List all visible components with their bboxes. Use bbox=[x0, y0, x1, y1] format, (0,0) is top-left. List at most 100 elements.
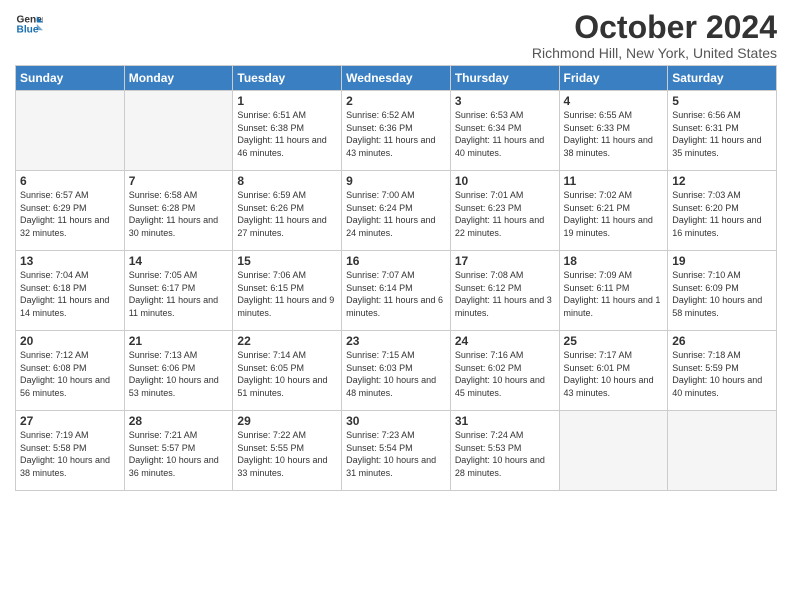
weekday-header-tuesday: Tuesday bbox=[233, 66, 342, 91]
logo: General Blue bbox=[15, 10, 43, 38]
day-number: 11 bbox=[564, 174, 664, 188]
calendar-cell: 10Sunrise: 7:01 AMSunset: 6:23 PMDayligh… bbox=[450, 171, 559, 251]
day-number: 23 bbox=[346, 334, 446, 348]
day-info: Sunrise: 7:00 AMSunset: 6:24 PMDaylight:… bbox=[346, 189, 446, 239]
day-number: 14 bbox=[129, 254, 229, 268]
day-number: 5 bbox=[672, 94, 772, 108]
calendar-cell: 15Sunrise: 7:06 AMSunset: 6:15 PMDayligh… bbox=[233, 251, 342, 331]
day-info: Sunrise: 7:22 AMSunset: 5:55 PMDaylight:… bbox=[237, 429, 337, 479]
calendar-cell: 29Sunrise: 7:22 AMSunset: 5:55 PMDayligh… bbox=[233, 411, 342, 491]
day-info: Sunrise: 7:04 AMSunset: 6:18 PMDaylight:… bbox=[20, 269, 120, 319]
weekday-header-monday: Monday bbox=[124, 66, 233, 91]
day-info: Sunrise: 6:58 AMSunset: 6:28 PMDaylight:… bbox=[129, 189, 229, 239]
weekday-header-friday: Friday bbox=[559, 66, 668, 91]
page: General Blue October 2024 Richmond Hill,… bbox=[0, 0, 792, 501]
calendar-cell: 8Sunrise: 6:59 AMSunset: 6:26 PMDaylight… bbox=[233, 171, 342, 251]
day-number: 22 bbox=[237, 334, 337, 348]
month-title: October 2024 bbox=[532, 10, 777, 45]
calendar-cell: 13Sunrise: 7:04 AMSunset: 6:18 PMDayligh… bbox=[16, 251, 125, 331]
day-number: 8 bbox=[237, 174, 337, 188]
day-info: Sunrise: 6:59 AMSunset: 6:26 PMDaylight:… bbox=[237, 189, 337, 239]
calendar-cell: 21Sunrise: 7:13 AMSunset: 6:06 PMDayligh… bbox=[124, 331, 233, 411]
calendar-cell: 14Sunrise: 7:05 AMSunset: 6:17 PMDayligh… bbox=[124, 251, 233, 331]
day-number: 15 bbox=[237, 254, 337, 268]
calendar-cell: 1Sunrise: 6:51 AMSunset: 6:38 PMDaylight… bbox=[233, 91, 342, 171]
weekday-header-saturday: Saturday bbox=[668, 66, 777, 91]
calendar-cell: 3Sunrise: 6:53 AMSunset: 6:34 PMDaylight… bbox=[450, 91, 559, 171]
calendar-cell: 4Sunrise: 6:55 AMSunset: 6:33 PMDaylight… bbox=[559, 91, 668, 171]
day-number: 6 bbox=[20, 174, 120, 188]
week-row-4: 27Sunrise: 7:19 AMSunset: 5:58 PMDayligh… bbox=[16, 411, 777, 491]
day-info: Sunrise: 7:14 AMSunset: 6:05 PMDaylight:… bbox=[237, 349, 337, 399]
day-info: Sunrise: 6:51 AMSunset: 6:38 PMDaylight:… bbox=[237, 109, 337, 159]
day-info: Sunrise: 6:52 AMSunset: 6:36 PMDaylight:… bbox=[346, 109, 446, 159]
day-number: 24 bbox=[455, 334, 555, 348]
day-number: 4 bbox=[564, 94, 664, 108]
day-number: 12 bbox=[672, 174, 772, 188]
day-number: 30 bbox=[346, 414, 446, 428]
day-number: 10 bbox=[455, 174, 555, 188]
week-row-1: 6Sunrise: 6:57 AMSunset: 6:29 PMDaylight… bbox=[16, 171, 777, 251]
day-number: 9 bbox=[346, 174, 446, 188]
day-info: Sunrise: 7:16 AMSunset: 6:02 PMDaylight:… bbox=[455, 349, 555, 399]
day-number: 25 bbox=[564, 334, 664, 348]
calendar-cell: 25Sunrise: 7:17 AMSunset: 6:01 PMDayligh… bbox=[559, 331, 668, 411]
day-number: 13 bbox=[20, 254, 120, 268]
location-title: Richmond Hill, New York, United States bbox=[532, 45, 777, 61]
calendar-cell: 11Sunrise: 7:02 AMSunset: 6:21 PMDayligh… bbox=[559, 171, 668, 251]
calendar-cell: 28Sunrise: 7:21 AMSunset: 5:57 PMDayligh… bbox=[124, 411, 233, 491]
day-number: 18 bbox=[564, 254, 664, 268]
day-info: Sunrise: 7:02 AMSunset: 6:21 PMDaylight:… bbox=[564, 189, 664, 239]
weekday-header-row: SundayMondayTuesdayWednesdayThursdayFrid… bbox=[16, 66, 777, 91]
calendar-cell: 6Sunrise: 6:57 AMSunset: 6:29 PMDaylight… bbox=[16, 171, 125, 251]
calendar-cell: 17Sunrise: 7:08 AMSunset: 6:12 PMDayligh… bbox=[450, 251, 559, 331]
day-info: Sunrise: 7:12 AMSunset: 6:08 PMDaylight:… bbox=[20, 349, 120, 399]
day-info: Sunrise: 6:53 AMSunset: 6:34 PMDaylight:… bbox=[455, 109, 555, 159]
calendar-cell: 22Sunrise: 7:14 AMSunset: 6:05 PMDayligh… bbox=[233, 331, 342, 411]
day-number: 16 bbox=[346, 254, 446, 268]
day-info: Sunrise: 6:55 AMSunset: 6:33 PMDaylight:… bbox=[564, 109, 664, 159]
weekday-header-thursday: Thursday bbox=[450, 66, 559, 91]
calendar-cell: 19Sunrise: 7:10 AMSunset: 6:09 PMDayligh… bbox=[668, 251, 777, 331]
week-row-0: 1Sunrise: 6:51 AMSunset: 6:38 PMDaylight… bbox=[16, 91, 777, 171]
day-info: Sunrise: 7:21 AMSunset: 5:57 PMDaylight:… bbox=[129, 429, 229, 479]
day-info: Sunrise: 7:01 AMSunset: 6:23 PMDaylight:… bbox=[455, 189, 555, 239]
day-number: 20 bbox=[20, 334, 120, 348]
calendar-cell: 18Sunrise: 7:09 AMSunset: 6:11 PMDayligh… bbox=[559, 251, 668, 331]
day-number: 1 bbox=[237, 94, 337, 108]
calendar-table: SundayMondayTuesdayWednesdayThursdayFrid… bbox=[15, 65, 777, 491]
day-info: Sunrise: 7:15 AMSunset: 6:03 PMDaylight:… bbox=[346, 349, 446, 399]
calendar-cell: 26Sunrise: 7:18 AMSunset: 5:59 PMDayligh… bbox=[668, 331, 777, 411]
day-number: 3 bbox=[455, 94, 555, 108]
day-info: Sunrise: 7:17 AMSunset: 6:01 PMDaylight:… bbox=[564, 349, 664, 399]
day-number: 7 bbox=[129, 174, 229, 188]
day-number: 2 bbox=[346, 94, 446, 108]
calendar-cell: 7Sunrise: 6:58 AMSunset: 6:28 PMDaylight… bbox=[124, 171, 233, 251]
day-info: Sunrise: 7:13 AMSunset: 6:06 PMDaylight:… bbox=[129, 349, 229, 399]
day-number: 19 bbox=[672, 254, 772, 268]
day-info: Sunrise: 6:57 AMSunset: 6:29 PMDaylight:… bbox=[20, 189, 120, 239]
day-info: Sunrise: 7:08 AMSunset: 6:12 PMDaylight:… bbox=[455, 269, 555, 319]
week-row-3: 20Sunrise: 7:12 AMSunset: 6:08 PMDayligh… bbox=[16, 331, 777, 411]
day-info: Sunrise: 7:09 AMSunset: 6:11 PMDaylight:… bbox=[564, 269, 664, 319]
day-number: 28 bbox=[129, 414, 229, 428]
day-info: Sunrise: 7:07 AMSunset: 6:14 PMDaylight:… bbox=[346, 269, 446, 319]
day-info: Sunrise: 7:19 AMSunset: 5:58 PMDaylight:… bbox=[20, 429, 120, 479]
header: General Blue October 2024 Richmond Hill,… bbox=[15, 10, 777, 61]
calendar-cell: 20Sunrise: 7:12 AMSunset: 6:08 PMDayligh… bbox=[16, 331, 125, 411]
day-number: 21 bbox=[129, 334, 229, 348]
day-info: Sunrise: 7:03 AMSunset: 6:20 PMDaylight:… bbox=[672, 189, 772, 239]
calendar-cell: 31Sunrise: 7:24 AMSunset: 5:53 PMDayligh… bbox=[450, 411, 559, 491]
calendar-cell: 12Sunrise: 7:03 AMSunset: 6:20 PMDayligh… bbox=[668, 171, 777, 251]
calendar-cell: 2Sunrise: 6:52 AMSunset: 6:36 PMDaylight… bbox=[342, 91, 451, 171]
calendar-cell bbox=[559, 411, 668, 491]
day-info: Sunrise: 7:06 AMSunset: 6:15 PMDaylight:… bbox=[237, 269, 337, 319]
calendar-cell bbox=[124, 91, 233, 171]
day-number: 17 bbox=[455, 254, 555, 268]
day-number: 29 bbox=[237, 414, 337, 428]
calendar-cell: 30Sunrise: 7:23 AMSunset: 5:54 PMDayligh… bbox=[342, 411, 451, 491]
weekday-header-wednesday: Wednesday bbox=[342, 66, 451, 91]
day-info: Sunrise: 7:05 AMSunset: 6:17 PMDaylight:… bbox=[129, 269, 229, 319]
calendar-cell: 9Sunrise: 7:00 AMSunset: 6:24 PMDaylight… bbox=[342, 171, 451, 251]
day-info: Sunrise: 7:10 AMSunset: 6:09 PMDaylight:… bbox=[672, 269, 772, 319]
